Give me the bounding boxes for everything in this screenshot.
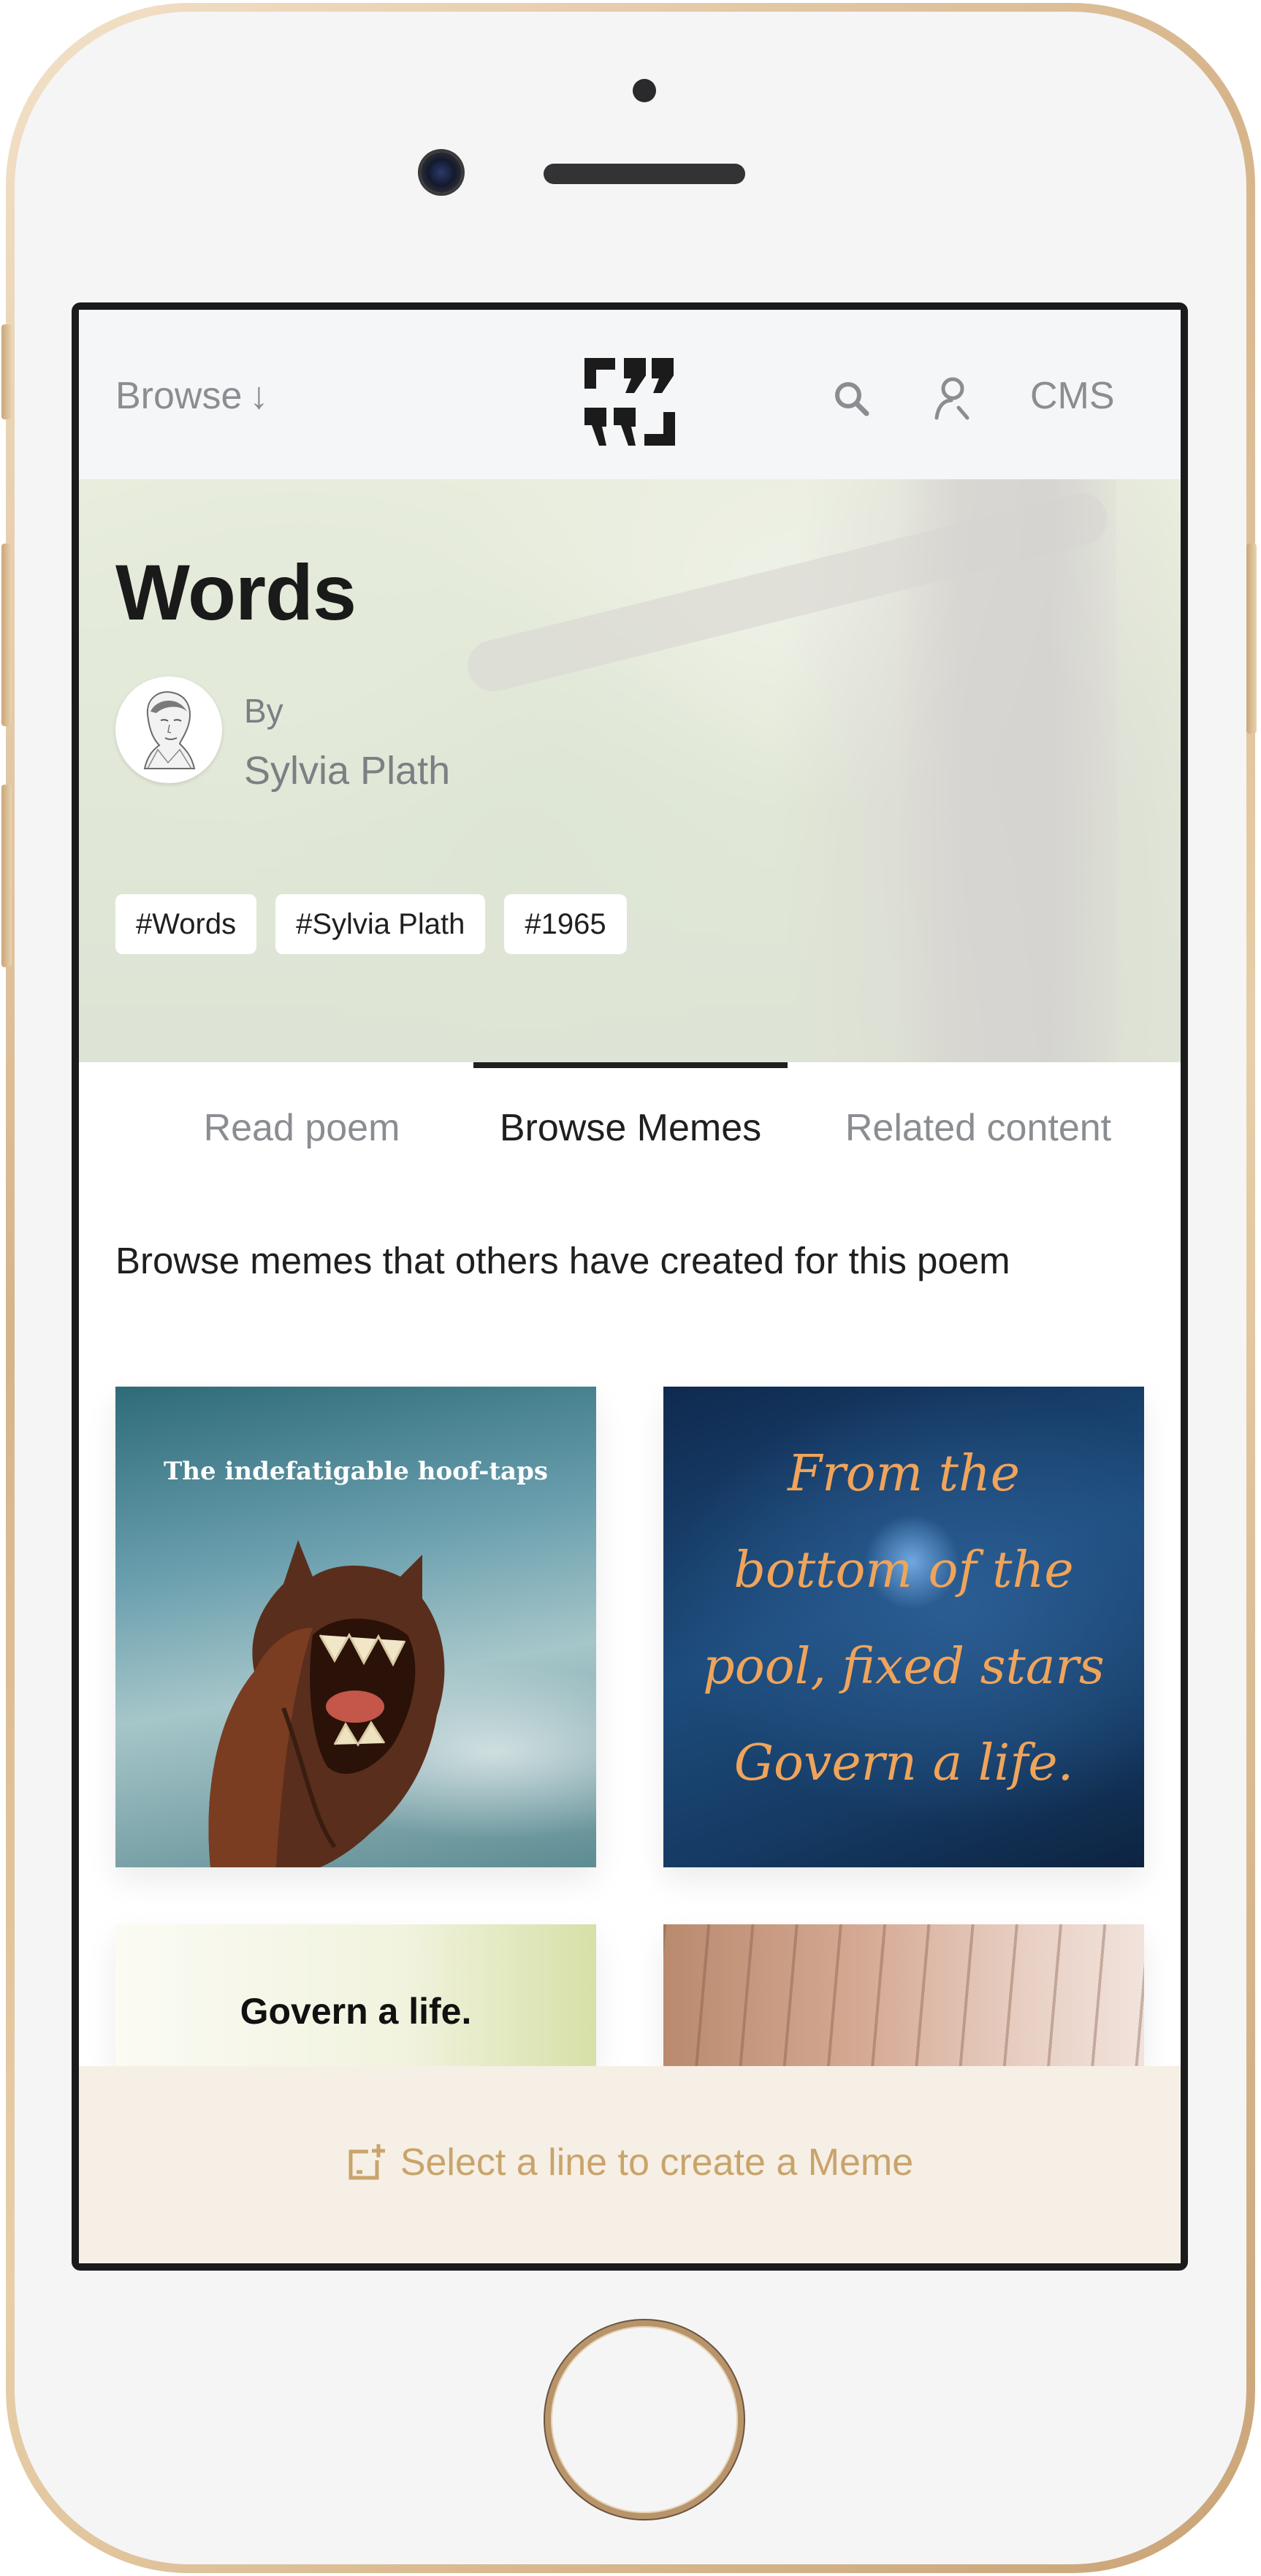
- tab-read-poem[interactable]: Read poem: [145, 1106, 459, 1150]
- tab-related-content[interactable]: Related content: [821, 1106, 1135, 1150]
- meme-line-4: Govern a life.: [734, 1734, 1074, 1792]
- home-button[interactable]: [545, 2320, 744, 2519]
- app-screen: Browse ↓ CMS Words By Sylvia Plath #Word…: [79, 310, 1181, 2263]
- quote-logo-icon[interactable]: [580, 351, 679, 450]
- proximity-sensor: [633, 79, 656, 102]
- poem-hero: Words By Sylvia Plath #Words #Sylvia Pla…: [79, 479, 1181, 1062]
- top-nav: Browse ↓ CMS: [79, 310, 1181, 479]
- tab-browse-memes[interactable]: Browse Memes: [473, 1106, 788, 1150]
- browse-menu-button[interactable]: Browse ↓: [115, 374, 268, 418]
- meme-caption: The indefatigable hoof-taps: [163, 1457, 549, 1486]
- meme-line-1: From the: [787, 1445, 1021, 1503]
- author-name-link[interactable]: Sylvia Plath: [244, 748, 450, 793]
- horse-image: [208, 1540, 445, 1867]
- browse-label: Browse: [115, 375, 243, 417]
- by-label: By: [244, 692, 283, 730]
- poem-title: Words: [115, 548, 357, 636]
- tag-words[interactable]: #Words: [115, 894, 257, 954]
- meme-caption: Govern a life.: [240, 1991, 472, 2032]
- power-button: [1246, 544, 1257, 733]
- meme-card-stars[interactable]: From the bottom of the pool, fixed stars…: [663, 1387, 1144, 1867]
- create-meme-label: Select a line to create a Meme: [400, 2141, 914, 2184]
- meme-line-3: pool, fixed stars: [703, 1638, 1105, 1696]
- create-meme-button[interactable]: Select a line to create a Meme: [346, 2141, 913, 2184]
- front-camera: [421, 152, 462, 193]
- poem-tabs: Read poem Browse Memes Related content: [79, 1062, 1181, 1186]
- user-icon[interactable]: [929, 376, 973, 421]
- volume-down-button: [1, 785, 12, 967]
- meme-4-trees: [663, 1924, 1144, 2070]
- arrow-down-icon: ↓: [249, 375, 269, 417]
- meme-card-govern[interactable]: Govern a life.: [115, 1924, 596, 2070]
- search-icon[interactable]: [830, 377, 874, 421]
- volume-up-button: [1, 544, 12, 726]
- active-tab-indicator: [473, 1062, 788, 1068]
- create-meme-bar[interactable]: Select a line to create a Meme: [79, 2066, 1181, 2263]
- mute-switch: [1, 324, 12, 419]
- tag-list: #Words #Sylvia Plath #1965: [115, 894, 627, 954]
- tag-1965[interactable]: #1965: [504, 894, 627, 954]
- author-portrait-icon: [143, 691, 196, 769]
- browse-intro-text: Browse memes that others have created fo…: [115, 1240, 1010, 1281]
- earpiece-speaker: [544, 164, 745, 184]
- meme-card-forest[interactable]: [663, 1924, 1144, 2070]
- add-meme-icon: [348, 2144, 385, 2180]
- tag-sylvia-plath[interactable]: #Sylvia Plath: [275, 894, 486, 954]
- cms-link[interactable]: CMS: [1030, 374, 1115, 418]
- author-avatar[interactable]: [115, 677, 222, 783]
- meme-line-2: bottom of the: [734, 1542, 1074, 1599]
- meme-card-horse[interactable]: The indefatigable hoof-taps: [115, 1387, 596, 1867]
